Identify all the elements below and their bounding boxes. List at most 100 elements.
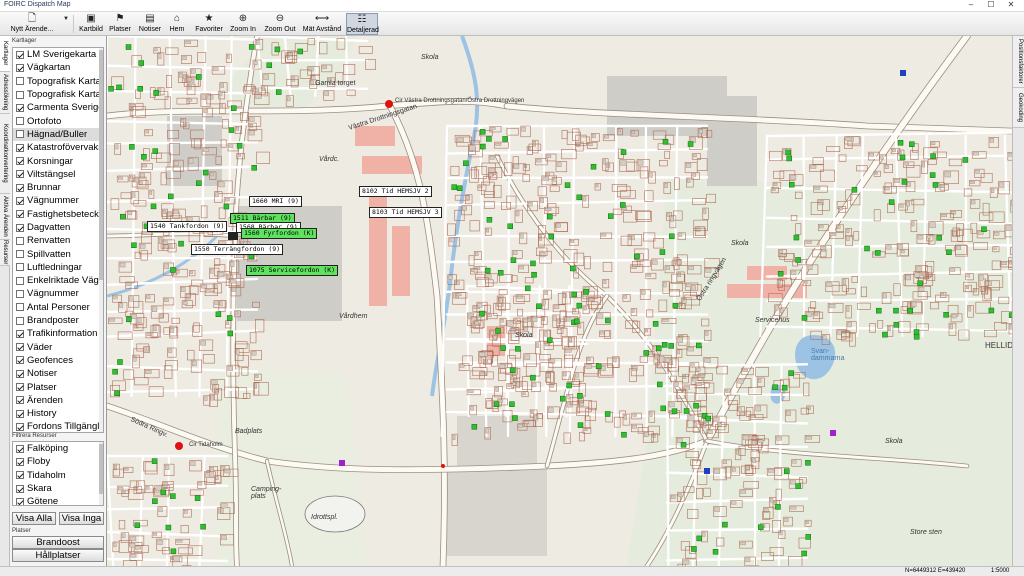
list-item[interactable]: Dagvatten	[13, 221, 103, 234]
new-case-dropdown[interactable]: ▼	[62, 13, 70, 35]
checkbox[interactable]	[16, 329, 24, 338]
checkbox[interactable]	[16, 196, 24, 205]
favoriter-button[interactable]: ★ Favoriter	[194, 13, 224, 35]
filter-scrollbar[interactable]	[99, 442, 103, 505]
list-item[interactable]: Geofences	[13, 354, 103, 367]
list-item[interactable]: Katastrofövervakning	[13, 141, 103, 154]
checkbox[interactable]	[16, 484, 24, 493]
checkbox[interactable]	[16, 223, 24, 232]
checkbox[interactable]	[16, 343, 24, 352]
vehicle-callout[interactable]: 1560 Fyrfordon (K)	[241, 228, 318, 239]
checkbox[interactable]	[16, 117, 24, 126]
vehicle-callout[interactable]: 8102 Tid HEMSJV 2	[359, 186, 432, 197]
list-item[interactable]: Fastighetsbeteckning	[13, 208, 103, 221]
list-item[interactable]: Platser	[13, 380, 103, 393]
minimize-icon[interactable]: –	[961, 0, 981, 9]
list-item[interactable]: Renvatten	[13, 234, 103, 247]
vehicle-callout[interactable]: 8103 Tid HEMSJV 3	[369, 207, 442, 218]
list-item[interactable]: Vägnummer	[13, 287, 103, 300]
new-case-button[interactable]: 🗋 Nytt Ärende...	[2, 13, 62, 35]
checkbox[interactable]	[16, 157, 24, 166]
checkbox[interactable]	[16, 422, 24, 431]
list-item[interactable]: Notiser	[13, 367, 103, 380]
right-tab[interactable]: Geokoding	[1013, 88, 1024, 128]
kartbild-button[interactable]: ▣ Kartbild	[78, 13, 104, 35]
checkbox[interactable]	[16, 250, 24, 259]
checkbox[interactable]	[16, 63, 24, 72]
list-item[interactable]: Floby	[13, 455, 103, 468]
layers-scrollbar[interactable]	[99, 48, 103, 432]
list-item[interactable]: Götene	[13, 495, 103, 505]
checkbox[interactable]	[16, 183, 24, 192]
list-item[interactable]: Spillvatten	[13, 247, 103, 260]
vehicle-callout[interactable]: 1550 Terrängfordon (9)	[191, 244, 284, 255]
checkbox[interactable]	[16, 103, 24, 112]
maximize-icon[interactable]: ☐	[981, 0, 1001, 9]
list-item[interactable]: Vägkartan	[13, 61, 103, 74]
map-canvas[interactable]: Gamla torget Västra Drottningsgatan Cir …	[107, 36, 1012, 566]
close-icon[interactable]: ✕	[1001, 0, 1021, 9]
list-item[interactable]: Vägnummer	[13, 194, 103, 207]
checkbox[interactable]	[16, 383, 24, 392]
list-item[interactable]: History	[13, 407, 103, 420]
left-tab[interactable]: Kartlager	[0, 36, 10, 72]
list-item[interactable]: Topografisk Karta	[13, 88, 103, 101]
list-item[interactable]: Antal Personer	[13, 301, 103, 314]
show-none-button[interactable]: Visa Inga	[59, 512, 104, 525]
zoom-out-button[interactable]: ⊖ Zoom Out	[262, 13, 298, 35]
list-item[interactable]: Viltstängsel	[13, 168, 103, 181]
checkbox[interactable]	[16, 471, 24, 480]
left-tab[interactable]: Resurser	[0, 240, 10, 266]
zoom-in-button[interactable]: ⊕ Zoom In	[228, 13, 258, 35]
checkbox[interactable]	[16, 77, 24, 86]
list-item[interactable]: Falköping	[13, 442, 103, 455]
list-item[interactable]: Enkelriktade Vägar	[13, 274, 103, 287]
notiser-button[interactable]: ▤ Notiser	[136, 13, 164, 35]
right-tab[interactable]: Positionsfaktorer	[1013, 36, 1024, 88]
detaljerad-button[interactable]: ☷ Detaljerad	[346, 13, 379, 35]
checkbox[interactable]	[16, 356, 24, 365]
checkbox[interactable]	[16, 263, 24, 272]
checkbox[interactable]	[16, 143, 24, 152]
place-button-hallplatser[interactable]: Hållplatser	[12, 549, 104, 562]
checkbox[interactable]	[16, 210, 24, 219]
list-item[interactable]: Fordons Tillgänglighet	[13, 420, 103, 432]
checkbox[interactable]	[16, 236, 24, 245]
list-item[interactable]: Väder	[13, 341, 103, 354]
list-item[interactable]: Korsningar	[13, 154, 103, 167]
list-item[interactable]: Luftledningar	[13, 261, 103, 274]
checkbox[interactable]	[16, 303, 24, 312]
left-tab[interactable]: Aktiva Ärenden	[0, 194, 10, 240]
checkbox[interactable]	[16, 50, 24, 59]
list-item[interactable]: Trafikinformation	[13, 327, 103, 340]
checkbox[interactable]	[16, 409, 24, 418]
checkbox[interactable]	[16, 289, 24, 298]
platser-button[interactable]: ⚑ Platser	[108, 13, 132, 35]
left-tab[interactable]: Koordinatkonvertering	[0, 114, 10, 194]
checkbox[interactable]	[16, 276, 24, 285]
mät-avstånd-button[interactable]: ⟷ Mät Avstånd	[302, 13, 342, 35]
checkbox[interactable]	[16, 369, 24, 378]
checkbox[interactable]	[16, 457, 24, 466]
checkbox[interactable]	[16, 170, 24, 179]
hem-button[interactable]: ⌂ Hem	[168, 13, 186, 35]
list-item[interactable]: Ärenden	[13, 394, 103, 407]
list-item[interactable]: Ortofoto	[13, 114, 103, 127]
list-item[interactable]: Tidaholm	[13, 469, 103, 482]
list-item[interactable]: Skara	[13, 482, 103, 495]
vehicle-callout[interactable]: 1540 Tankfordon (9)	[147, 221, 228, 232]
list-item[interactable]: Topografisk Karta	[13, 75, 103, 88]
checkbox[interactable]	[16, 90, 24, 99]
checkbox[interactable]	[16, 444, 24, 453]
list-item[interactable]: Brunnar	[13, 181, 103, 194]
checkbox[interactable]	[16, 130, 24, 139]
vehicle-callout[interactable]: 1660 MRI (9)	[249, 196, 302, 207]
show-all-button[interactable]: Visa Alla	[12, 512, 56, 525]
checkbox[interactable]	[16, 497, 24, 505]
list-item[interactable]: Carmenta Sverige	[13, 101, 103, 114]
left-tab[interactable]: Adressökning	[0, 72, 10, 114]
list-item[interactable]: Brandposter	[13, 314, 103, 327]
vehicle-callout[interactable]: 1075 Servicefordon (K)	[246, 265, 339, 276]
list-item[interactable]: Hägnad/Buller	[13, 127, 103, 142]
list-item[interactable]: LM Sverigekarta	[13, 48, 103, 61]
